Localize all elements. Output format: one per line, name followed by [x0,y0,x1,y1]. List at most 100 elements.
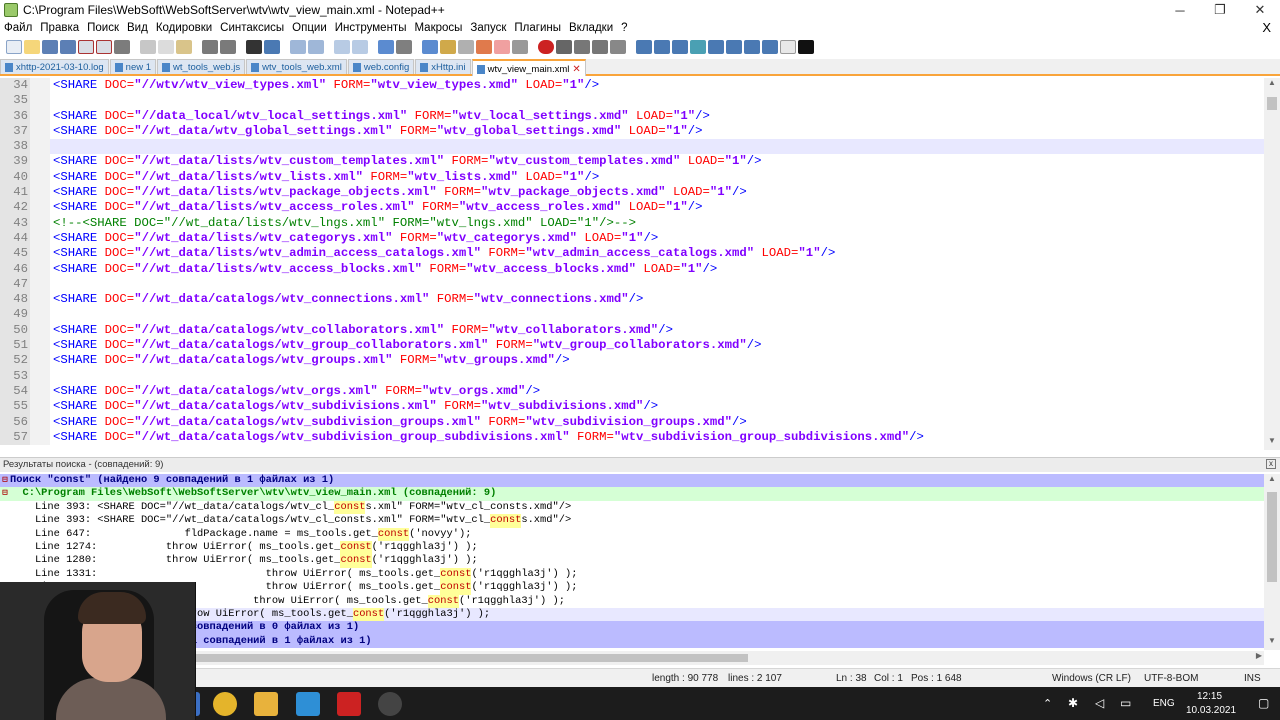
code-line[interactable]: 42 <SHARE DOC="//wt_data/lists/wtv_access… [0,200,1264,216]
search-query-row[interactable]: ⊟ Поиск "const" (найдено 9 совпадений в 1… [0,474,1264,488]
menu-tools[interactable]: Инструменты [331,22,411,34]
menu-help[interactable]: ? [617,22,631,34]
tray-chevron-icon[interactable]: ⌃ [1043,697,1052,710]
function-list-icon[interactable] [476,40,492,54]
fold-toggle-icon[interactable]: ⊟ [0,474,10,487]
scroll-thumb[interactable] [1267,492,1277,582]
indent-guide-icon[interactable] [422,40,438,54]
run-macro-multiple-icon[interactable] [592,40,608,54]
tab-wtv-tools-web-xml[interactable]: wtv_tools_web.xml [246,59,347,74]
menu-file[interactable]: Файл [0,22,36,34]
fold-toggle-icon[interactable]: ⊟ [0,487,10,500]
tab-xhttp-log[interactable]: xhttp-2021-03-10.log [0,59,109,74]
close-results-button[interactable]: x [1266,459,1276,469]
menu-encoding[interactable]: Кодировки [152,22,216,34]
code-line[interactable]: 51 <SHARE DOC="//wt_data/catalogs/wtv_gro… [0,338,1264,354]
minimize-button[interactable]: ─ [1160,0,1200,20]
plugin-b-icon[interactable] [654,40,670,54]
zoom-out-icon[interactable] [308,40,324,54]
close-document-button[interactable]: X [1258,20,1275,35]
code-line[interactable]: 53 [0,368,1264,384]
network-icon[interactable]: ▭ [1120,696,1131,710]
scroll-thumb[interactable] [1267,97,1277,110]
code-line[interactable]: 48 <SHARE DOC="//wt_data/catalogs/wtv_con… [0,292,1264,308]
plugin-e-icon[interactable] [744,40,760,54]
code-line[interactable]: 43 <!--<SHARE DOC="//wt_data/lists/wtv_ln… [0,215,1264,231]
code-editor[interactable]: 34 <SHARE DOC="//wtv/wtv_view_types.xml" … [0,78,1264,450]
redo-icon[interactable] [220,40,236,54]
new-file-icon[interactable] [6,40,22,54]
plugin-a-icon[interactable] [636,40,652,54]
code-line[interactable]: 38 [0,139,1264,155]
word-wrap-icon[interactable] [378,40,394,54]
code-line[interactable]: 56 <SHARE DOC="//wt_data/catalogs/wtv_sub… [0,414,1264,430]
scroll-down-arrow-icon[interactable]: ▼ [1264,436,1280,450]
search-hit-row[interactable]: Line 393: <SHARE DOC="//wt_data/catalogs… [0,500,1264,515]
keyboard-language[interactable]: ENG [1153,698,1175,709]
bluetooth-icon[interactable]: ✱ [1068,696,1078,710]
tab-new-1[interactable]: new 1 [109,59,157,74]
code-line[interactable]: 40 <SHARE DOC="//wt_data/lists/wtv_lists.… [0,169,1264,186]
code-line[interactable]: 45 <SHARE DOC="//wt_data/lists/wtv_admin_… [0,246,1264,262]
monitoring-icon[interactable] [512,40,528,54]
copy-icon[interactable] [158,40,174,54]
code-line[interactable]: 34 <SHARE DOC="//wtv/wtv_view_types.xml" … [0,78,1264,94]
paste-icon[interactable] [176,40,192,54]
close-button[interactable]: ✕ [1240,0,1280,20]
menu-macro[interactable]: Макросы [410,22,466,34]
menu-plugins[interactable]: Плагины [510,22,565,34]
tab-web-config[interactable]: web.config [347,59,415,74]
open-folder-icon[interactable] [24,40,40,54]
menu-search[interactable]: Поиск [83,22,123,34]
sync-horizontal-icon[interactable] [352,40,368,54]
code-line[interactable]: 35 [0,93,1264,109]
scroll-up-arrow-icon[interactable]: ▲ [1264,474,1280,488]
search-hit-row[interactable]: Line 1331: throw UiError( ms_tools.get_ c… [0,567,1264,582]
scroll-up-arrow-icon[interactable]: ▲ [1264,78,1280,92]
results-vertical-scrollbar[interactable]: ▲ ▼ [1264,474,1280,650]
scroll-down-arrow-icon[interactable]: ▼ [1264,636,1280,650]
code-line[interactable]: 37 <SHARE DOC="//wt_data/wtv_global_setti… [0,123,1264,140]
define-language-icon[interactable] [440,40,456,54]
code-line[interactable]: 47 [0,276,1264,293]
code-line[interactable]: 46 <SHARE DOC="//wt_data/lists/wtv_access… [0,261,1264,277]
volume-icon[interactable]: ◁ [1095,696,1104,710]
find-icon[interactable] [246,40,262,54]
arrow-down-icon[interactable] [726,40,742,54]
record-macro-icon[interactable] [538,40,554,54]
search-hit-row[interactable]: Line 393: <SHARE DOC="//wt_data/catalogs… [0,514,1264,528]
menu-language[interactable]: Синтаксисы [216,22,288,34]
code-line[interactable]: 39 <SHARE DOC="//wt_data/lists/wtv_custom… [0,154,1264,170]
doc-map-icon[interactable] [458,40,474,54]
obs-icon[interactable] [378,692,402,716]
menu-settings[interactable]: Опции [288,22,331,34]
print-icon[interactable] [114,40,130,54]
tab-wt-tools-web-js[interactable]: wt_tools_web.js [157,59,246,74]
code-line[interactable]: 55 <SHARE DOC="//wt_data/catalogs/wtv_sub… [0,399,1264,415]
folder-workspace-icon[interactable] [494,40,510,54]
code-line[interactable]: 41 <SHARE DOC="//wt_data/lists/wtv_packag… [0,185,1264,201]
code-line[interactable]: 54 <SHARE DOC="//wt_data/catalogs/wtv_org… [0,383,1264,400]
notifications-icon[interactable]: ▢ [1258,696,1269,710]
menu-run[interactable]: Запуск [466,22,510,34]
save-macro-icon[interactable] [610,40,626,54]
search-hit-row[interactable]: Line 1280: throw UiError( ms_tools.get_ c… [0,554,1264,568]
filezilla-icon[interactable] [337,692,361,716]
search-hit-row[interactable]: Line 1274: throw UiError( ms_tools.get_ c… [0,540,1264,555]
menu-view[interactable]: Вид [123,22,152,34]
search-hit-row[interactable]: Line 647: fldPackage.name = ms_tools.get… [0,527,1264,541]
stop-macro-icon[interactable] [556,40,572,54]
save-all-icon[interactable] [60,40,76,54]
menu-window[interactable]: Вкладки [565,22,617,34]
scroll-right-arrow-icon[interactable]: ▶ [1256,651,1262,660]
close-tab-icon[interactable]: ✕ [572,64,580,75]
code-line[interactable]: 57 <SHARE DOC="//wt_data/catalogs/wtv_sub… [0,429,1264,446]
notepad-icon[interactable] [296,692,320,716]
search-file-row[interactable]: ⊟ C:\Program Files\WebSoft\WebSoftServer… [0,487,1264,501]
maximize-button[interactable]: ❐ [1200,0,1240,20]
replace-icon[interactable] [264,40,280,54]
plugin-f-icon[interactable] [762,40,778,54]
spellcheck-icon[interactable] [780,40,796,54]
code-line[interactable]: 49 [0,307,1264,323]
play-macro-icon[interactable] [574,40,590,54]
